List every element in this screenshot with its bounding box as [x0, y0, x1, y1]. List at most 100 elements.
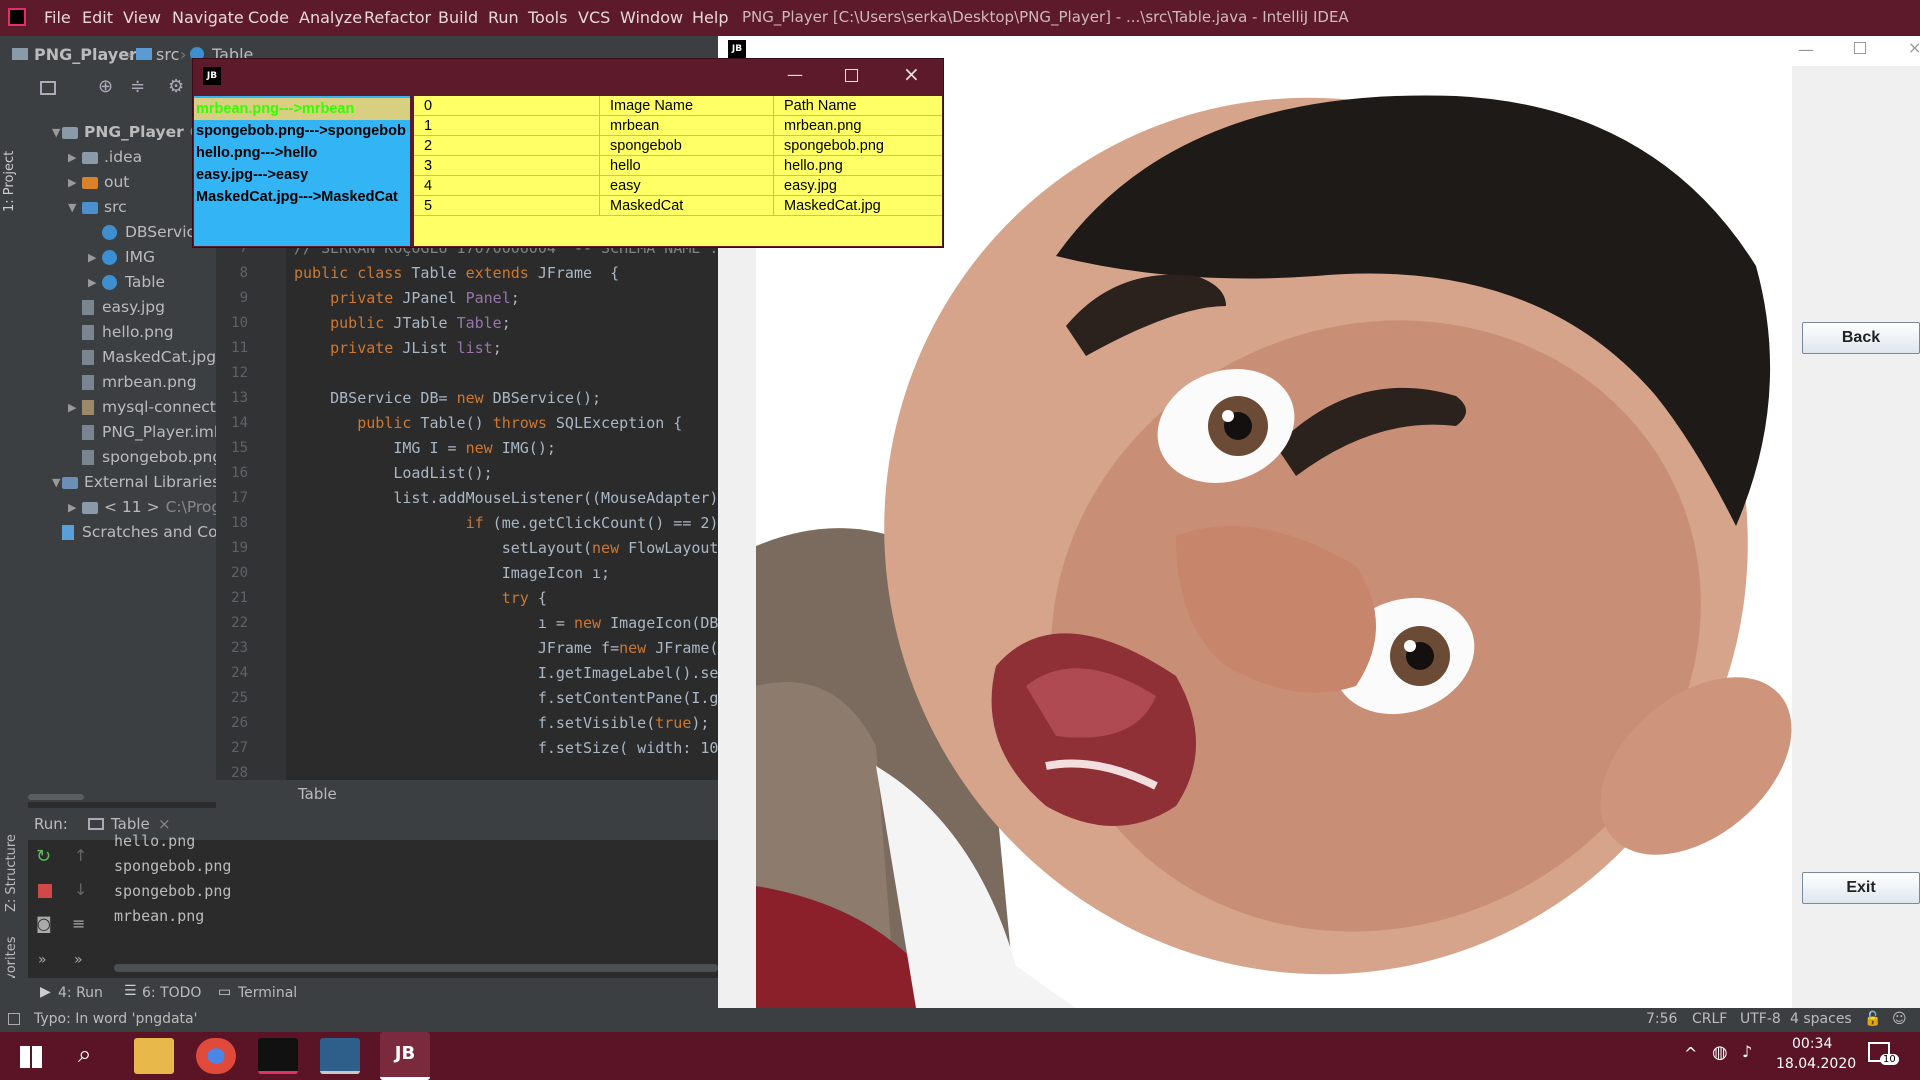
list-item[interactable]: easy.jpg--->easy: [194, 164, 410, 186]
code-line[interactable]: try {: [294, 586, 547, 611]
table-cell[interactable]: 3: [414, 156, 600, 176]
console-scrollbar[interactable]: [114, 964, 718, 972]
cursor-position[interactable]: 7:56: [1646, 1011, 1677, 1027]
code-line[interactable]: f.setContentPane(I.g: [294, 686, 719, 711]
code-line[interactable]: LoadList();: [294, 461, 492, 486]
menu-file[interactable]: File: [44, 8, 71, 27]
line-separator[interactable]: CRLF: [1692, 1011, 1727, 1027]
view-mode-icon[interactable]: [40, 81, 56, 95]
menu-refactor[interactable]: Refactor: [364, 8, 431, 27]
back-button[interactable]: Back: [1802, 322, 1920, 354]
minimize-icon[interactable]: —: [787, 65, 803, 84]
tab-todo[interactable]: 6: TODO: [142, 985, 201, 1001]
clock-time[interactable]: 00:34: [1792, 1036, 1832, 1052]
code-line[interactable]: IMG I = new IMG();: [294, 436, 556, 461]
tree-item[interactable]: mrbean.png: [82, 370, 216, 394]
table-row[interactable]: 2 spongebob spongebob.png: [414, 136, 942, 156]
close-icon[interactable]: ×: [1908, 38, 1920, 57]
tree-item[interactable]: MaskedCat.jpg: [82, 345, 216, 369]
more-icon[interactable]: »: [74, 952, 83, 968]
collapse-icon[interactable]: ≑: [130, 76, 145, 97]
chevron-right-icon[interactable]: ▶: [88, 251, 96, 264]
intellij-taskbar-icon[interactable]: [258, 1038, 298, 1074]
code-line[interactable]: public Table() throws SQLException {: [294, 411, 682, 436]
breadcrumb-src[interactable]: src: [156, 45, 179, 64]
table-cell[interactable]: easy: [600, 176, 774, 196]
tree-item[interactable]: Scratches and Consol: [62, 520, 216, 544]
table-cell[interactable]: MaskedCat: [600, 196, 774, 216]
list-item[interactable]: MaskedCat.jpg--->MaskedCat: [194, 186, 410, 208]
table-cell[interactable]: Image Name: [600, 96, 774, 116]
tree-item[interactable]: mysql-connector-: [82, 395, 216, 419]
tree-item[interactable]: IMG: [102, 245, 216, 269]
maximize-icon[interactable]: [1854, 42, 1866, 54]
code-line[interactable]: setLayout(new FlowLayout: [294, 536, 719, 561]
code-line[interactable]: JFrame f=new JFrame(: [294, 636, 719, 661]
list-item[interactable]: spongebob.png--->spongebob: [194, 120, 410, 142]
chrome-icon[interactable]: [196, 1038, 236, 1074]
tool-window-structure[interactable]: Z: Structure: [4, 834, 19, 912]
chevron-right-icon[interactable]: ▶: [68, 501, 76, 514]
table-cell[interactable]: hello.png: [774, 156, 942, 176]
table-cell[interactable]: Path Name: [774, 96, 942, 116]
wrap-icon[interactable]: ≡: [72, 914, 85, 933]
table-cell[interactable]: spongebob: [600, 136, 774, 156]
table-cell[interactable]: mrbean: [600, 116, 774, 136]
table-cell[interactable]: mrbean.png: [774, 116, 942, 136]
code-line[interactable]: public JTable Table;: [294, 311, 511, 336]
table-row[interactable]: 0 Image Name Path Name: [414, 96, 942, 116]
code-editor[interactable]: // SERKAN KOÇOĞLU 17070006004 -- SCHEMA …: [286, 230, 720, 780]
code-line[interactable]: private JList list;: [294, 336, 502, 361]
chevron-down-icon[interactable]: ▼: [68, 201, 76, 214]
file-explorer-icon[interactable]: [134, 1038, 174, 1074]
code-line[interactable]: ImageIcon ı;: [294, 561, 610, 586]
table-cell[interactable]: 0: [414, 96, 600, 116]
tree-item[interactable]: PNG_Player.iml: [82, 420, 216, 444]
maximize-icon[interactable]: [845, 69, 858, 82]
search-icon[interactable]: ⌕: [78, 1040, 91, 1068]
tree-item[interactable]: External Libraries: [62, 470, 216, 494]
breadcrumb-project[interactable]: PNG_Player: [34, 45, 137, 64]
tree-item[interactable]: Table: [102, 270, 216, 294]
menu-run[interactable]: Run: [488, 8, 519, 27]
list-item[interactable]: mrbean.png--->mrbean: [194, 98, 410, 120]
chevron-right-icon[interactable]: ▶: [88, 276, 96, 289]
globe-icon[interactable]: ◍: [1712, 1042, 1728, 1063]
tool-window-project[interactable]: 1: Project: [2, 151, 17, 212]
exit-button[interactable]: Exit: [1802, 872, 1920, 904]
menu-help[interactable]: Help: [692, 8, 728, 27]
table-cell[interactable]: 1: [414, 116, 600, 136]
up-arrow-icon[interactable]: ↑: [74, 846, 87, 865]
windows-start-icon[interactable]: [20, 1046, 42, 1068]
tree-item[interactable]: easy.jpg: [82, 295, 216, 319]
list-item[interactable]: hello.png--->hello: [194, 142, 410, 164]
target-icon[interactable]: ⊕: [98, 76, 113, 97]
table-cell[interactable]: spongebob.png: [774, 136, 942, 156]
rerun-icon[interactable]: ↻: [36, 846, 51, 867]
menu-code[interactable]: Code: [248, 8, 289, 27]
file-encoding[interactable]: UTF-8: [1740, 1011, 1781, 1027]
inspector-icon[interactable]: ☺: [1892, 1011, 1907, 1027]
close-icon[interactable]: ×: [903, 62, 920, 86]
menu-tools[interactable]: Tools: [528, 8, 567, 27]
table-cell[interactable]: hello: [600, 156, 774, 176]
table-cell[interactable]: easy.jpg: [774, 176, 942, 196]
chevron-right-icon[interactable]: ▶: [68, 151, 76, 164]
code-line[interactable]: ı = new ImageIcon(DB: [294, 611, 719, 636]
code-line[interactable]: private JPanel Panel;: [294, 286, 520, 311]
chevron-down-icon[interactable]: ▼: [52, 126, 60, 139]
code-line[interactable]: f.setVisible(true);: [294, 711, 710, 736]
code-line[interactable]: f.setSize( width: 1000: [294, 736, 720, 761]
menu-analyze[interactable]: Analyze: [299, 8, 362, 27]
table-cell[interactable]: MaskedCat.jpg: [774, 196, 942, 216]
chevron-down-icon[interactable]: ▼: [52, 476, 60, 489]
table-row[interactable]: 3 hello hello.png: [414, 156, 942, 176]
tree-item[interactable]: spongebob.png: [82, 445, 216, 469]
menu-window[interactable]: Window: [620, 8, 683, 27]
code-line[interactable]: DBService DB= new DBService();: [294, 386, 601, 411]
table-cell[interactable]: 4: [414, 176, 600, 196]
editor-tab-label[interactable]: Table: [298, 785, 337, 803]
java-app-taskbar-icon[interactable]: JB: [380, 1032, 430, 1080]
down-arrow-icon[interactable]: ↓: [74, 880, 87, 899]
tab-run[interactable]: 4: Run: [58, 985, 103, 1001]
